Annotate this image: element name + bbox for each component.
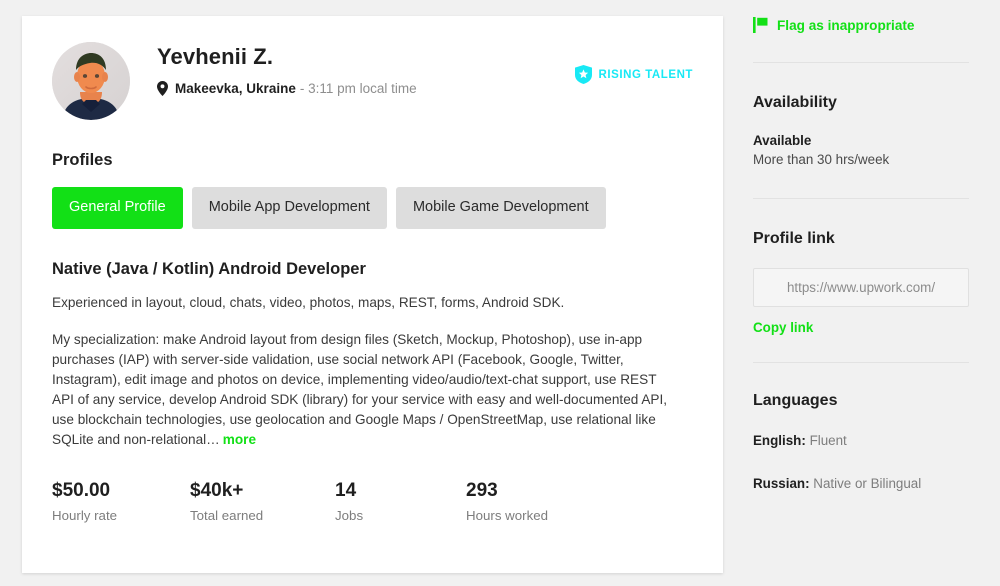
profile-link-heading: Profile link [753, 230, 835, 247]
stat-jobs: 14 Jobs [335, 480, 466, 524]
sidebar-divider-3 [753, 362, 969, 363]
stat-hours-worked: 293 Hours worked [466, 480, 548, 524]
language-level: Native or Bilingual [813, 476, 922, 491]
stat-label: Hourly rate [52, 508, 118, 524]
copy-link-button[interactable]: Copy link [753, 320, 969, 335]
availability-detail: More than 30 hrs/week [753, 152, 890, 167]
flag-label: Flag as inappropriate [777, 17, 915, 33]
identity-block: Yevhenii Z. Makeevka, Ukraine - 3:11 pm … [157, 42, 417, 97]
avatar[interactable] [52, 42, 130, 120]
language-item-english: English: Fluent [753, 431, 953, 451]
stat-label: Jobs [335, 508, 364, 524]
local-time-text: - 3:11 pm local time [299, 81, 417, 97]
stats-row: $50.00 Hourly rate $40k+ Total earned 14… [52, 480, 693, 524]
stat-value: 14 [335, 479, 357, 501]
tab-mobile-app-development[interactable]: Mobile App Development [191, 187, 387, 229]
location-line: Makeevka, Ukraine - 3:11 pm local time [157, 81, 417, 97]
more-link[interactable]: more [223, 432, 256, 447]
language-level: Fluent [809, 433, 847, 448]
shield-star-icon [574, 65, 592, 84]
person-name: Yevhenii Z. [157, 44, 274, 69]
tab-mobile-game-development[interactable]: Mobile Game Development [395, 187, 606, 229]
location-text: Makeevka, Ukraine [175, 81, 296, 97]
profile-link-input[interactable]: https://www.upwork.com/ [753, 268, 969, 307]
availability-state: Available [753, 133, 812, 148]
overview-body: My specialization: make Android layout f… [52, 330, 677, 450]
stat-total-earned: $40k+ Total earned [190, 480, 335, 524]
stat-value: $40k+ [190, 479, 244, 501]
profiles-tab-list: General Profile Mobile App Development M… [52, 187, 693, 229]
availability-heading: Availability [753, 94, 837, 111]
language-item-russian: Russian: Native or Bilingual [753, 474, 953, 494]
stat-label: Hours worked [466, 508, 549, 524]
stat-hourly-rate: $50.00 Hourly rate [52, 480, 190, 524]
profile-page: Yevhenii Z. Makeevka, Ukraine - 3:11 pm … [0, 0, 1000, 586]
flag-icon [753, 17, 768, 33]
languages-heading: Languages [753, 392, 838, 409]
language-name: Russian: [753, 476, 810, 491]
profile-card: Yevhenii Z. Makeevka, Ukraine - 3:11 pm … [22, 16, 723, 573]
sidebar-divider-2 [753, 198, 969, 199]
rising-talent-label: RISING TALENT [598, 68, 693, 81]
language-name: English: [753, 433, 806, 448]
rising-talent-badge: RISING TALENT [574, 65, 693, 84]
sidebar-divider-1 [753, 62, 969, 63]
flag-as-inappropriate-button[interactable]: Flag as inappropriate [753, 17, 969, 33]
overview-body-text: My specialization: make Android layout f… [52, 331, 668, 447]
location-pin-icon [157, 81, 168, 97]
stat-label: Total earned [190, 508, 264, 524]
tab-general-profile[interactable]: General Profile [52, 187, 183, 229]
stat-value: $50.00 [52, 479, 111, 501]
overview-intro: Experienced in layout, cloud, chats, vid… [52, 294, 565, 310]
stat-value: 293 [466, 479, 498, 501]
user-photo-icon [52, 42, 130, 120]
profile-card-content: Yevhenii Z. Makeevka, Ukraine - 3:11 pm … [22, 16, 723, 523]
profiles-heading: Profiles [52, 151, 113, 169]
overview-title: Native (Java / Kotlin) Android Developer [52, 259, 366, 278]
profile-sidebar: Flag as inappropriate Availability Avail… [753, 0, 969, 494]
profile-header: Yevhenii Z. Makeevka, Ukraine - 3:11 pm … [52, 42, 693, 120]
